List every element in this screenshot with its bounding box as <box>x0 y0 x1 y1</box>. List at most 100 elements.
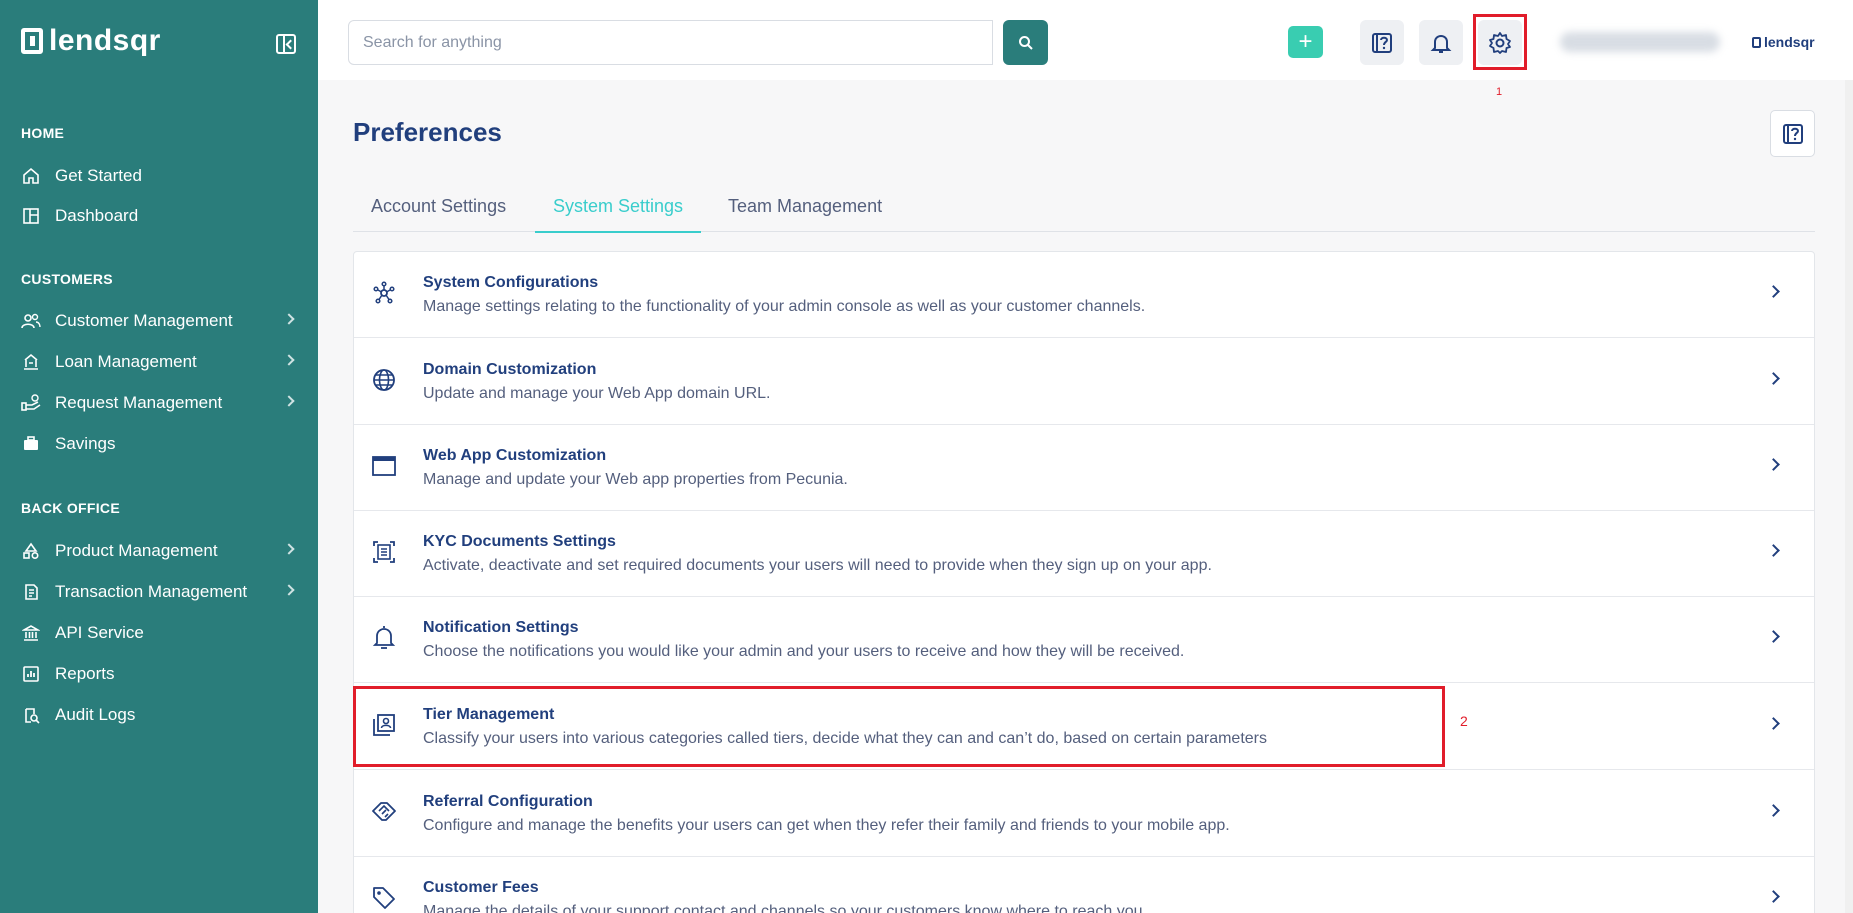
row-description: Manage settings relating to the function… <box>423 298 1146 315</box>
sidebar: lendsqr HOME Get Started Dashboard CUSTO… <box>0 0 318 913</box>
list-item-domain-customization[interactable]: Domain Customization Update and manage y… <box>354 339 1814 425</box>
chevron-right-icon <box>1767 890 1780 903</box>
chevron-right-icon <box>283 395 295 407</box>
bank-icon <box>21 623 41 643</box>
list-item-referral-configuration[interactable]: Referral Configuration Configure and man… <box>354 771 1814 857</box>
sidebar-item-label: Dashboard <box>55 206 139 225</box>
row-title: System Configurations <box>423 274 599 291</box>
page-help-button[interactable] <box>1770 110 1815 157</box>
sidebar-item-dashboard[interactable]: Dashboard <box>21 201 301 231</box>
sidebar-item-label: Reports <box>55 664 115 683</box>
settings-tabs: Account Settings System Settings Team Ma… <box>353 186 1815 233</box>
row-description: Configure and manage the benefits your u… <box>423 817 1230 834</box>
highlight-box-tier-management <box>353 686 1445 767</box>
topbar: + 1 lendsqr <box>318 0 1853 98</box>
section-customers: CUSTOMERS <box>21 271 113 287</box>
sidebar-item-loan-management[interactable]: Loan Management <box>21 347 301 377</box>
chevron-right-icon <box>1767 544 1780 557</box>
chevron-right-icon <box>1767 285 1780 298</box>
list-item-system-configurations[interactable]: System Configurations Manage settings re… <box>354 252 1814 338</box>
help-button[interactable] <box>1360 20 1404 65</box>
user-name-blurred[interactable] <box>1560 32 1720 52</box>
tab-system-settings[interactable]: System Settings <box>535 196 702 233</box>
window-icon <box>370 452 398 480</box>
settings-list: System Configurations Manage settings re… <box>353 251 1815 913</box>
chevron-right-icon <box>1767 458 1780 471</box>
row-description: Manage and update your Web app propertie… <box>423 471 848 488</box>
help-book-icon <box>1782 123 1803 144</box>
sidebar-item-label: Transaction Management <box>55 582 248 601</box>
bell-icon <box>370 624 398 652</box>
brand-name: lendsqr <box>49 24 161 57</box>
row-description: Choose the notifications you would like … <box>423 643 1185 660</box>
chevron-right-icon <box>283 354 295 366</box>
sidebar-item-transaction-management[interactable]: Transaction Management <box>21 577 301 607</box>
sidebar-item-customer-management[interactable]: Customer Management <box>21 306 301 336</box>
list-item-customer-fees[interactable]: Customer Fees Manage the details of your… <box>354 857 1814 913</box>
chevron-right-icon <box>283 584 295 596</box>
sidebar-item-label: Audit Logs <box>55 705 136 724</box>
loan-icon <box>21 352 41 372</box>
document-scan-icon <box>370 538 398 566</box>
sidebar-item-reports[interactable]: Reports <box>21 659 301 689</box>
annotation-number-2: 2 <box>1460 713 1468 729</box>
savings-icon <box>21 434 41 454</box>
sidebar-item-request-management[interactable]: Request Management <box>21 388 301 418</box>
row-title: Referral Configuration <box>423 793 593 810</box>
list-item-notification-settings[interactable]: Notification Settings Choose the notific… <box>354 597 1814 683</box>
logo-mark-icon <box>1752 36 1761 48</box>
sidebar-item-product-management[interactable]: Product Management <box>21 536 301 566</box>
row-description: Activate, deactivate and set required do… <box>423 557 1212 574</box>
product-icon <box>21 541 41 561</box>
sidebar-item-label: Product Management <box>55 541 218 560</box>
chevron-right-icon <box>1767 630 1780 643</box>
row-description: Manage the details of your support conta… <box>423 903 1147 913</box>
sidebar-item-label: Loan Management <box>55 352 197 371</box>
add-button[interactable]: + <box>1288 26 1323 58</box>
search-button[interactable] <box>1003 20 1048 65</box>
collapse-sidebar-icon[interactable] <box>276 34 296 54</box>
search-icon <box>1018 35 1033 50</box>
section-back-office: BACK OFFICE <box>21 500 120 516</box>
highlight-box-settings <box>1473 14 1527 70</box>
home-icon <box>21 166 41 186</box>
chevron-right-icon <box>1767 804 1780 817</box>
sidebar-item-label: Request Management <box>55 393 223 412</box>
list-item-kyc-documents-settings[interactable]: KYC Documents Settings Activate, deactiv… <box>354 511 1814 597</box>
notifications-button[interactable] <box>1419 20 1463 65</box>
search-input[interactable] <box>348 20 993 65</box>
bell-icon <box>1430 34 1452 53</box>
sidebar-item-savings[interactable]: Savings <box>21 429 301 459</box>
chevron-right-icon <box>283 313 295 325</box>
sidebar-item-label: Customer Management <box>55 311 233 330</box>
transaction-icon <box>21 582 41 602</box>
dashboard-icon <box>21 206 41 226</box>
row-title: Web App Customization <box>423 447 607 464</box>
annotation-number-1: 1 <box>1496 86 1503 98</box>
org-logo: lendsqr <box>1752 34 1815 50</box>
list-item-web-app-customization[interactable]: Web App Customization Manage and update … <box>354 425 1814 511</box>
network-icon <box>370 279 398 307</box>
page-title: Preferences <box>353 117 502 147</box>
tab-account-settings[interactable]: Account Settings <box>353 196 524 231</box>
sidebar-item-get-started[interactable]: Get Started <box>21 161 301 191</box>
chevron-right-icon <box>1767 372 1780 385</box>
tag-icon <box>370 884 398 912</box>
tab-team-management[interactable]: Team Management <box>710 196 900 231</box>
help-book-icon <box>1372 32 1392 53</box>
reports-icon <box>21 664 41 684</box>
logo-mark-icon <box>21 28 43 54</box>
brand-logo[interactable]: lendsqr <box>21 24 161 58</box>
page-scrollbar[interactable] <box>1845 80 1853 913</box>
sidebar-item-label: Savings <box>55 434 116 453</box>
row-title: Notification Settings <box>423 619 579 636</box>
sidebar-item-label: Get Started <box>55 166 142 185</box>
sidebar-item-api-service[interactable]: API Service <box>21 618 301 648</box>
row-title: KYC Documents Settings <box>423 533 616 550</box>
users-icon <box>21 311 41 331</box>
handshake-icon <box>370 798 398 826</box>
sidebar-item-audit-logs[interactable]: Audit Logs <box>21 700 301 730</box>
globe-icon <box>370 366 398 394</box>
row-title: Domain Customization <box>423 361 597 378</box>
row-title: Customer Fees <box>423 879 539 896</box>
